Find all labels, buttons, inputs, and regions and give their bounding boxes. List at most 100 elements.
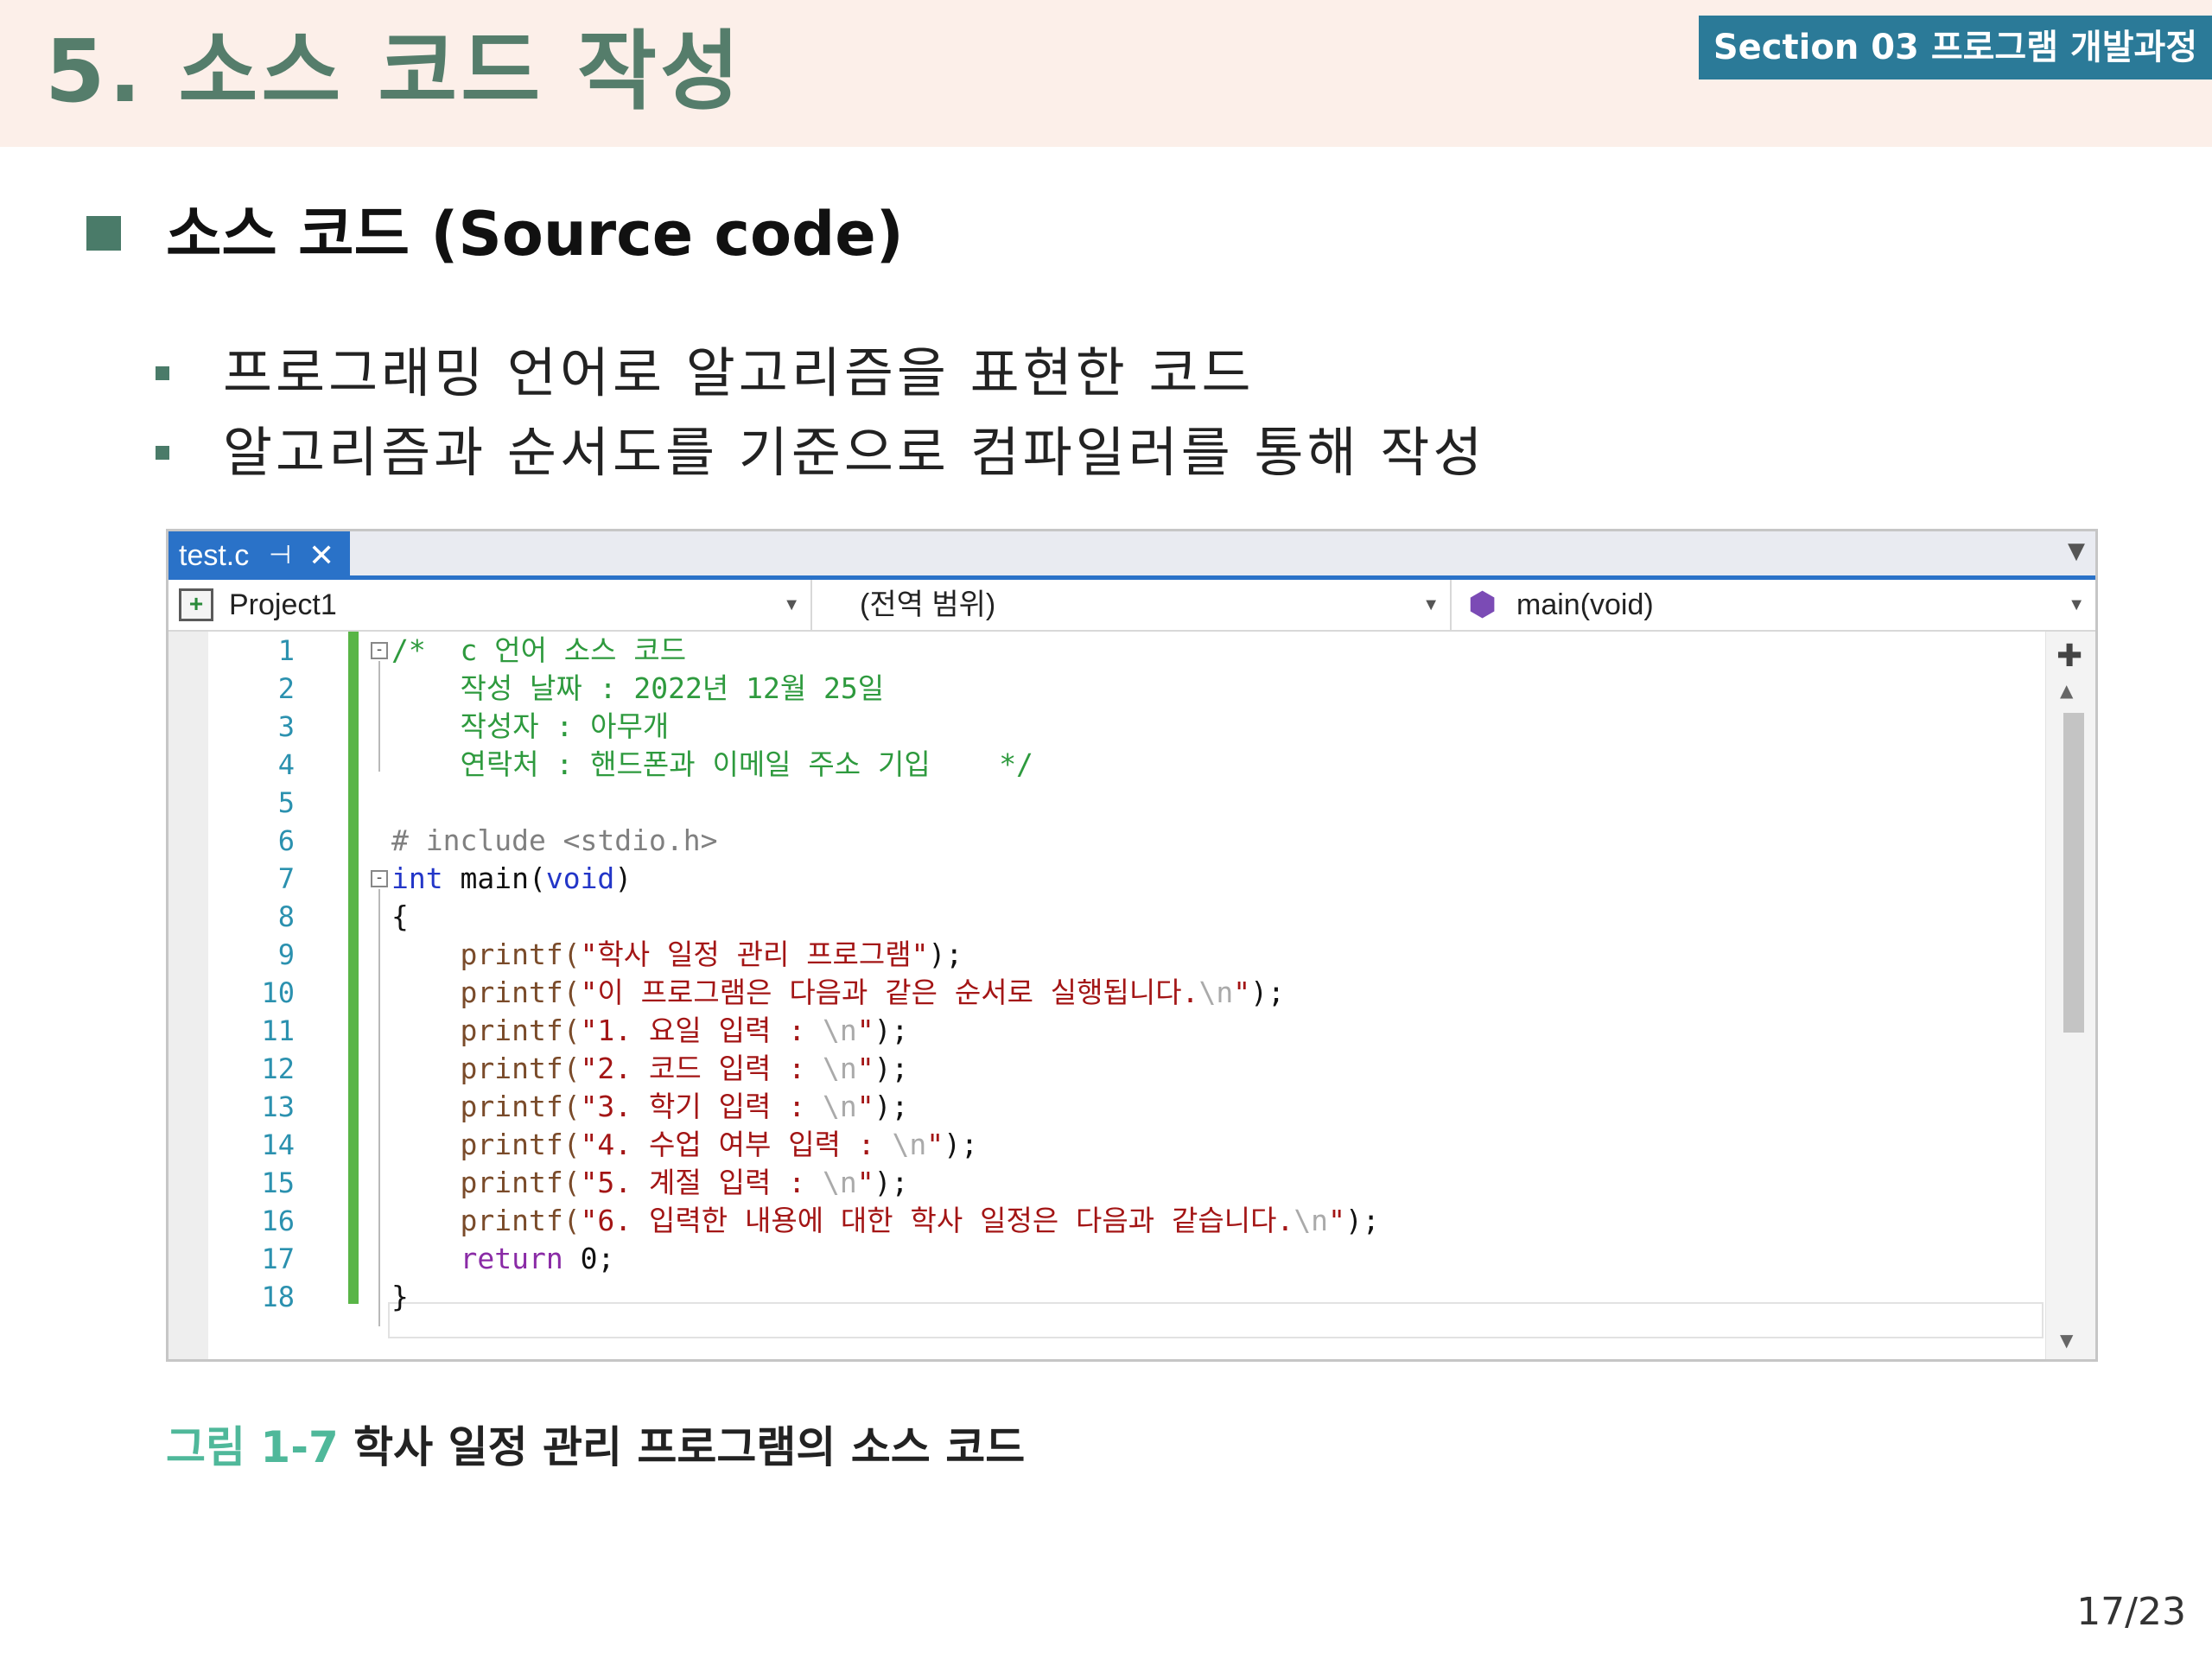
code-line: 13 printf("3. 학기 입력 : \n");: [168, 1088, 2052, 1126]
code-string: "3. 학기 입력 :: [580, 1090, 823, 1123]
close-icon[interactable]: ✕: [308, 531, 334, 580]
line-number: 16: [261, 1205, 295, 1237]
code-escape: \n: [822, 1166, 857, 1199]
section-badge: Section 03 프로그램 개발과정: [1699, 16, 2212, 79]
code-text: 작성자 : 아무개: [391, 709, 670, 743]
code-string: "1. 요일 입력 :: [580, 1014, 823, 1047]
tab-test-c[interactable]: test.c ⊣ ✕: [168, 531, 350, 580]
figure-caption: 그림 1-7 학사 일정 관리 프로그램의 소스 코드: [166, 1417, 1025, 1478]
line-number: 6: [277, 824, 295, 857]
editor-tabstrip: test.c ⊣ ✕ ▼: [168, 531, 2095, 580]
scope-dropdown[interactable]: (전역 범위) ▼: [817, 580, 1452, 630]
line-number: 1: [277, 634, 295, 667]
chevron-down-icon: ▼: [2068, 595, 2085, 614]
line-number: 14: [261, 1128, 295, 1161]
line-number: 11: [261, 1014, 295, 1047]
code-escape: \n: [1198, 976, 1234, 1009]
line-number: 13: [261, 1090, 295, 1123]
code-line: 10 printf("이 프로그램은 다음과 같은 순서로 실행됩니다.\n")…: [168, 974, 2052, 1012]
code-punct: );: [874, 1014, 909, 1047]
code-punct: ): [614, 861, 632, 895]
code-text: printf("5. 계절 입력 : \n");: [391, 1164, 908, 1202]
code-line: 8 {: [168, 898, 2052, 936]
code-text: printf("학사 일정 관리 프로그램");: [391, 936, 963, 974]
code-string: "5. 계절 입력 :: [580, 1166, 823, 1199]
code-string: ": [926, 1128, 944, 1161]
project-dropdown[interactable]: + Project1 ▼: [168, 580, 812, 630]
code-string: ": [1328, 1204, 1345, 1237]
code-line: 16 printf("6. 입력한 내용에 대한 학사 일정은 다음과 같습니다…: [168, 1202, 2052, 1240]
code-punct: );: [928, 938, 963, 971]
code-text: printf("2. 코드 입력 : \n");: [391, 1050, 908, 1088]
line-number: 18: [261, 1281, 295, 1313]
code-line: 2 작성 날짜 : 2022년 12월 25일: [168, 670, 2052, 708]
code-function: printf(: [460, 1014, 581, 1047]
code-line: 17 return 0;: [168, 1240, 2052, 1278]
code-string: ": [1233, 976, 1251, 1009]
line-number: 3: [277, 710, 295, 743]
line-number: 17: [261, 1243, 295, 1275]
code-line: 14 printf("4. 수업 여부 입력 : \n");: [168, 1126, 2052, 1164]
code-line: 9 printf("학사 일정 관리 프로그램");: [168, 936, 2052, 974]
bullet-square-icon: [156, 446, 169, 460]
fold-toggle-icon[interactable]: -: [371, 642, 388, 659]
line-number: 9: [277, 938, 295, 971]
code-punct: );: [874, 1052, 909, 1085]
code-identifier: main(: [442, 861, 546, 895]
project-label: Project1: [229, 588, 337, 621]
code-line: 7 - int main(void): [168, 860, 2052, 898]
code-line: 15 printf("5. 계절 입력 : \n");: [168, 1164, 2052, 1202]
scrollbar-thumb[interactable]: [2063, 713, 2084, 1033]
code-string: ": [856, 1166, 874, 1199]
code-line: 18 }: [168, 1278, 2052, 1316]
code-punct: );: [874, 1166, 909, 1199]
line-number: 8: [277, 900, 295, 933]
code-punct: );: [1250, 976, 1285, 1009]
code-string: "학사 일정 관리 프로그램": [580, 938, 929, 971]
function-cube-icon: ⬢: [1468, 587, 1497, 623]
code-text: /* c 언어 소스 코드: [391, 633, 687, 667]
line-number: 4: [277, 748, 295, 781]
chevron-down-icon: ▼: [1422, 595, 1440, 614]
code-escape: \n: [822, 1090, 857, 1123]
fold-toggle-icon[interactable]: -: [371, 870, 388, 887]
figure-number: 그림 1-7: [166, 1422, 339, 1472]
navigation-bar: + Project1 ▼ (전역 범위) ▼ ⬢ main(void) ▼: [168, 580, 2095, 632]
code-text: # include <stdio.h>: [391, 823, 718, 857]
code-string: ": [856, 1052, 874, 1085]
section-heading: 소스 코드 (Source code): [166, 199, 904, 270]
line-number: 5: [277, 786, 295, 819]
code-plain: 0;: [563, 1242, 615, 1275]
code-line: 1 - /* c 언어 소스 코드: [168, 632, 2052, 670]
code-escape: \n: [822, 1014, 857, 1047]
code-text: 작성 날짜 : 2022년 12월 25일: [391, 671, 885, 705]
bullet-text: 알고리즘과 순서도를 기준으로 컴파일러를 통해 작성: [223, 421, 1486, 484]
code-text: int main(void): [391, 860, 632, 898]
code-escape: \n: [1294, 1204, 1329, 1237]
scroll-up-arrow-icon[interactable]: ▲: [2060, 680, 2073, 701]
function-dropdown[interactable]: ⬢ main(void) ▼: [1456, 580, 2095, 630]
scope-label: (전역 범위): [860, 588, 996, 621]
code-text: }: [391, 1280, 409, 1313]
code-text: return 0;: [391, 1240, 614, 1278]
code-function: printf(: [460, 1204, 581, 1237]
chevron-down-icon: ▼: [783, 595, 800, 614]
bullet-square-icon: [156, 366, 169, 380]
code-text: 연락처 : 핸드폰과 이메일 주소 기입 */: [391, 747, 1033, 781]
split-handle-icon[interactable]: ✚: [2056, 639, 2082, 674]
code-text: printf("3. 학기 입력 : \n");: [391, 1088, 908, 1126]
pin-icon[interactable]: ⊣: [269, 531, 291, 580]
code-line: 11 printf("1. 요일 입력 : \n");: [168, 1012, 2052, 1050]
code-line: 6 # include <stdio.h>: [168, 822, 2052, 860]
figure-caption-text: 학사 일정 관리 프로그램의 소스 코드: [353, 1422, 1026, 1472]
scroll-down-arrow-icon[interactable]: ▼: [2060, 1330, 2073, 1351]
vertical-scrollbar[interactable]: ✚ ▲ ▼: [2045, 632, 2095, 1359]
code-area[interactable]: 1 - /* c 언어 소스 코드 2 작성 날짜 : 2022년 12월 25…: [168, 632, 2095, 1359]
code-editor-screenshot: test.c ⊣ ✕ ▼ + Project1 ▼ (전역 범위) ▼ ⬢ ma…: [166, 529, 2098, 1362]
code-string: "2. 코드 입력 :: [580, 1052, 823, 1085]
code-string: "이 프로그램은 다음과 같은 순서로 실행됩니다.: [580, 976, 1199, 1009]
tab-list-dropdown-icon[interactable]: ▼: [2068, 538, 2085, 564]
code-keyword: int: [391, 861, 443, 895]
code-string: "6. 입력한 내용에 대한 학사 일정은 다음과 같습니다.: [580, 1204, 1294, 1237]
line-number: 10: [261, 976, 295, 1009]
